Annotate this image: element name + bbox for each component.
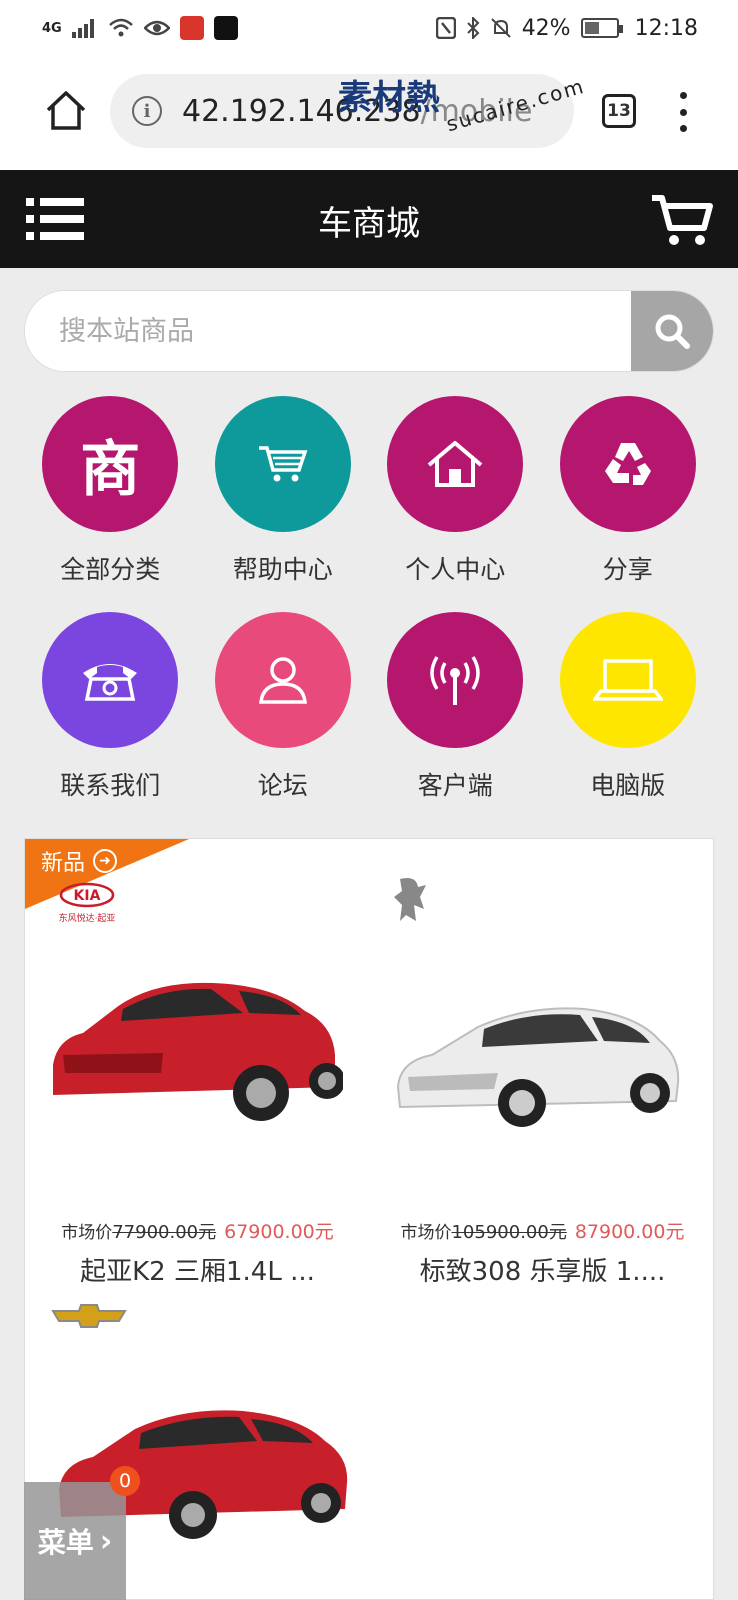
app-notification-icon xyxy=(179,16,204,40)
sale-price: 87900.00元 xyxy=(574,1221,685,1243)
category-help[interactable]: 帮助中心 xyxy=(197,396,370,586)
category-desktop[interactable]: 电脑版 xyxy=(542,612,715,802)
kia-logo: KIA 东风悦达·起亚 xyxy=(59,882,116,924)
category-circle[interactable] xyxy=(559,612,696,748)
product-name[interactable]: 标致308 乐享版 1.... xyxy=(370,1251,713,1288)
category-circle[interactable] xyxy=(387,396,524,532)
browser-toolbar: i 42.192.146.238/mobile 13 xyxy=(0,56,738,170)
tabs-count-button[interactable]: 13 xyxy=(602,94,636,128)
floating-menu-label: 菜单 xyxy=(37,1526,94,1559)
market-price-label: 市场价 xyxy=(61,1223,113,1243)
market-price: 77900.00元 xyxy=(112,1222,217,1243)
phone-icon xyxy=(83,664,138,701)
category-circle[interactable] xyxy=(559,396,696,532)
url-host: 42.192.146.238 xyxy=(182,93,421,129)
home-icon[interactable] xyxy=(44,88,88,132)
peugeot-logo xyxy=(394,878,426,921)
category-label: 分享 xyxy=(602,555,653,584)
category-circle[interactable]: 商 xyxy=(42,396,179,532)
car-image xyxy=(53,982,343,1121)
category-label: 论坛 xyxy=(257,771,308,800)
signal-icon xyxy=(430,656,480,705)
search-button[interactable] xyxy=(631,291,713,371)
wifi-icon xyxy=(108,18,133,37)
category-personal[interactable]: 个人中心 xyxy=(369,396,542,586)
shopping-cart-icon[interactable] xyxy=(650,192,714,248)
recycle-icon xyxy=(604,443,651,485)
address-bar[interactable]: i 42.192.146.238/mobile xyxy=(110,74,574,148)
category-circle[interactable] xyxy=(42,612,179,748)
shang-icon: 商 xyxy=(80,434,141,505)
battery-icon xyxy=(580,18,623,38)
clock: 12:18 xyxy=(634,15,698,41)
home-icon xyxy=(427,441,483,487)
more-menu-icon[interactable] xyxy=(668,92,698,132)
product-card[interactable]: KIA 东风悦达·起亚 市场价77900.00元 67900.00元 起亚K2 三… xyxy=(25,839,370,1287)
eye-icon xyxy=(143,20,170,36)
category-grid: 商 全部分类 帮助中心 个人中心 分享 联系我们 论坛 客户端 电脑版 xyxy=(24,396,714,802)
network-label: 4G xyxy=(42,20,62,36)
market-price: 105900.00元 xyxy=(451,1222,567,1243)
nfc-icon xyxy=(435,17,456,39)
cart-count-badge: 0 xyxy=(110,1466,140,1496)
category-share[interactable]: 分享 xyxy=(542,396,715,586)
category-label: 帮助中心 xyxy=(232,555,333,584)
capcut-icon xyxy=(213,16,238,40)
app-header: 车商城 xyxy=(0,170,738,268)
car-image xyxy=(396,1007,680,1127)
url-path: /mobile xyxy=(420,93,533,129)
category-client[interactable]: 客户端 xyxy=(369,612,542,802)
page-title: 车商城 xyxy=(318,204,420,244)
category-label: 全部分类 xyxy=(60,555,161,584)
status-bar: 4G 42% 12:18 xyxy=(0,0,738,56)
laptop-icon xyxy=(592,659,663,701)
category-label: 联系我们 xyxy=(60,771,161,800)
product-card[interactable]: 市场价105900.00元 87900.00元 标致308 乐享版 1.... xyxy=(370,839,713,1287)
category-all[interactable]: 商 全部分类 xyxy=(24,396,197,586)
category-circle[interactable] xyxy=(387,612,524,748)
category-label: 个人中心 xyxy=(405,555,506,584)
market-price-label: 市场价 xyxy=(400,1223,452,1243)
search-bar xyxy=(24,290,714,372)
mute-bell-icon xyxy=(490,18,511,38)
user-icon xyxy=(258,657,307,704)
category-contact[interactable]: 联系我们 xyxy=(24,612,197,802)
chevrolet-logo xyxy=(51,1304,127,1328)
category-label: 客户端 xyxy=(417,771,493,800)
battery-percent: 42% xyxy=(521,15,571,41)
kia-logo-text: KIA xyxy=(74,888,101,904)
floating-menu-button[interactable]: 菜单 › xyxy=(24,1482,126,1600)
category-label: 电脑版 xyxy=(590,771,666,800)
chevron-right-icon: › xyxy=(99,1523,113,1559)
cart-icon xyxy=(258,446,308,482)
price-row: 市场价77900.00元 67900.00元 xyxy=(25,1217,370,1244)
category-circle[interactable] xyxy=(214,396,351,532)
sale-price: 67900.00元 xyxy=(224,1221,334,1243)
bluetooth-icon xyxy=(466,17,480,39)
search-input[interactable] xyxy=(25,291,633,371)
category-circle[interactable] xyxy=(214,612,351,748)
price-row: 市场价105900.00元 87900.00元 xyxy=(370,1217,713,1244)
search-icon xyxy=(655,314,690,349)
category-forum[interactable]: 论坛 xyxy=(197,612,370,802)
signal-strength-icon xyxy=(71,19,94,38)
kia-sub-text: 东风悦达·起亚 xyxy=(59,912,116,924)
info-icon[interactable]: i xyxy=(132,96,162,126)
